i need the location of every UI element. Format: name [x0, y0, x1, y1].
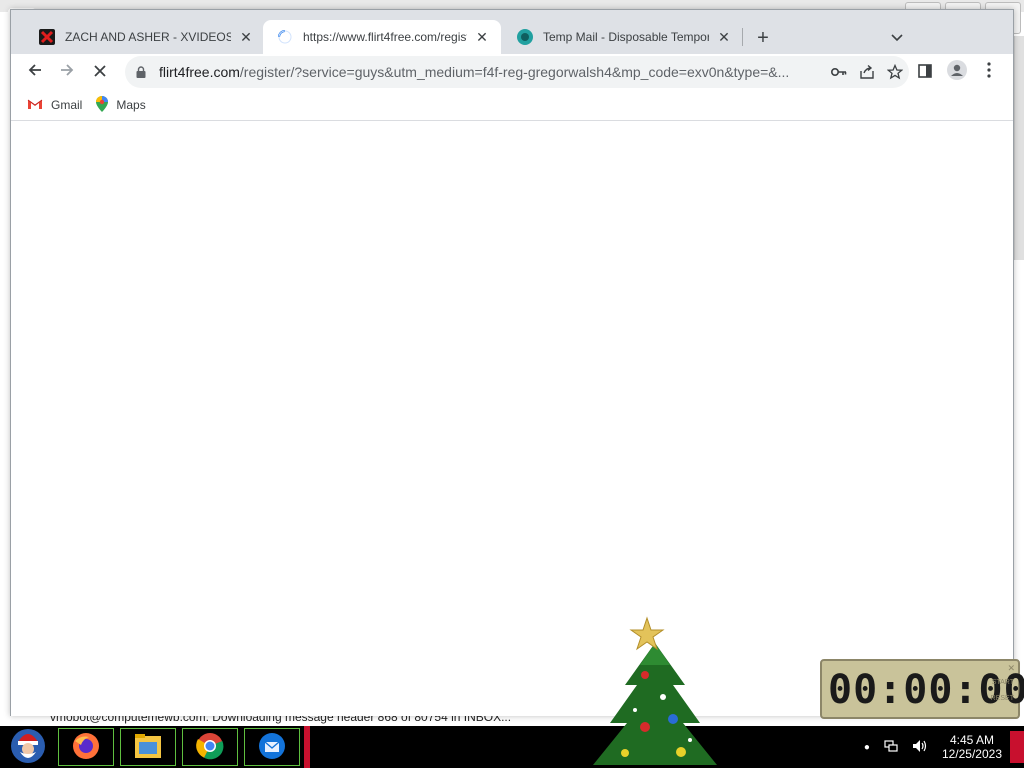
- menu-button[interactable]: [975, 58, 1003, 86]
- christmas-tree-decoration: [585, 615, 725, 768]
- file-explorer-icon: [133, 732, 163, 763]
- tab-search-button[interactable]: [885, 26, 909, 50]
- new-tab-button[interactable]: +: [751, 26, 775, 50]
- loading-spinner-icon: [277, 29, 293, 45]
- record-dot-icon[interactable]: ●: [864, 742, 870, 753]
- address-bar[interactable]: flirt4free.com/register/?service=guys&ut…: [125, 56, 909, 88]
- taskbar-file-explorer[interactable]: [120, 728, 176, 766]
- side-panel-icon: [918, 62, 932, 83]
- more-vertical-icon: [987, 61, 991, 83]
- bookmark-label: Gmail: [51, 98, 83, 112]
- xvideos-favicon: [39, 29, 55, 45]
- tab-strip: ZACH AND ASHER - XVIDEOS.CO ✕ https://ww…: [11, 10, 1013, 54]
- plus-icon: +: [757, 26, 769, 49]
- firefox-icon: [71, 731, 101, 764]
- tab-flirt4free[interactable]: https://www.flirt4free.com/regist ✕: [263, 20, 501, 54]
- tab-xvideos[interactable]: ZACH AND ASHER - XVIDEOS.CO ✕: [25, 20, 265, 54]
- gmail-icon: [27, 98, 43, 113]
- url-host: flirt4free.com: [159, 64, 240, 80]
- key-icon[interactable]: [825, 58, 853, 86]
- taskbar-chrome[interactable]: [182, 728, 238, 766]
- bookmarks-bar: Gmail Maps: [11, 90, 1013, 121]
- timer-widget[interactable]: 00:00:00 START RESET ✕: [820, 659, 1024, 719]
- system-tray: ● 4:45 AM 12/25/2023: [864, 726, 1002, 768]
- url-path: /register/?service=guys&utm_medium=f4f-r…: [239, 64, 790, 80]
- taskbar-thunderbird[interactable]: [244, 728, 300, 766]
- timer-start-button[interactable]: START: [992, 679, 1014, 686]
- close-icon[interactable]: ✕: [473, 28, 491, 46]
- tab-tempmail[interactable]: Temp Mail - Disposable Tempora ✕: [503, 20, 743, 54]
- taskbar-firefox[interactable]: [58, 728, 114, 766]
- page-content: [11, 122, 1013, 716]
- bookmark-label: Maps: [116, 98, 146, 112]
- show-desktop-button[interactable]: [1010, 731, 1024, 763]
- tempmail-favicon: [517, 29, 533, 45]
- profile-avatar-icon: [947, 59, 967, 85]
- tab-title: https://www.flirt4free.com/regist: [303, 30, 467, 44]
- profile-button[interactable]: [943, 58, 971, 86]
- timer-display: 00:00:00: [828, 667, 1024, 713]
- stop-loading-button[interactable]: [86, 58, 114, 86]
- star-icon[interactable]: [881, 58, 909, 86]
- timer-reset-button[interactable]: RESET: [991, 695, 1014, 702]
- volume-icon[interactable]: [912, 739, 928, 756]
- tab-title: Temp Mail - Disposable Tempora: [543, 30, 709, 44]
- bookmark-gmail[interactable]: Gmail: [27, 98, 82, 113]
- close-icon: [93, 62, 107, 83]
- browser-toolbar: flirt4free.com/register/?service=guys&ut…: [11, 54, 1013, 90]
- arrow-left-icon: [27, 62, 43, 83]
- chrome-icon: [195, 731, 225, 764]
- tab-title: ZACH AND ASHER - XVIDEOS.CO: [65, 30, 231, 44]
- system-clock[interactable]: 4:45 AM 12/25/2023: [942, 733, 1002, 761]
- taskbar: ● 4:45 AM 12/25/2023: [0, 726, 1024, 768]
- taskbar-separator: [304, 726, 310, 768]
- network-icon[interactable]: [884, 739, 898, 756]
- side-panel-button[interactable]: [911, 58, 939, 86]
- close-icon[interactable]: ✕: [1007, 663, 1015, 674]
- maps-pin-icon: [96, 95, 109, 115]
- back-button[interactable]: [21, 58, 49, 86]
- close-icon[interactable]: ✕: [237, 28, 255, 46]
- close-icon[interactable]: ✕: [715, 28, 733, 46]
- share-icon[interactable]: [853, 58, 881, 86]
- start-santa-icon: [10, 728, 46, 767]
- chrome-window: ZACH AND ASHER - XVIDEOS.CO ✕ https://ww…: [10, 9, 1014, 716]
- background-scrollbar[interactable]: [1014, 36, 1024, 260]
- lock-icon[interactable]: [133, 66, 149, 78]
- url-text: flirt4free.com/register/?service=guys&ut…: [159, 64, 825, 80]
- start-button[interactable]: [2, 728, 54, 766]
- clock-date: 12/25/2023: [941, 747, 1002, 761]
- clock-time: 4:45 AM: [949, 733, 994, 747]
- arrow-right-icon: [59, 62, 75, 83]
- tab-separator: [742, 28, 743, 46]
- thunderbird-icon: [257, 731, 287, 764]
- bookmark-maps[interactable]: Maps: [96, 95, 146, 115]
- forward-button[interactable]: [53, 58, 81, 86]
- chevron-down-icon: [891, 31, 903, 45]
